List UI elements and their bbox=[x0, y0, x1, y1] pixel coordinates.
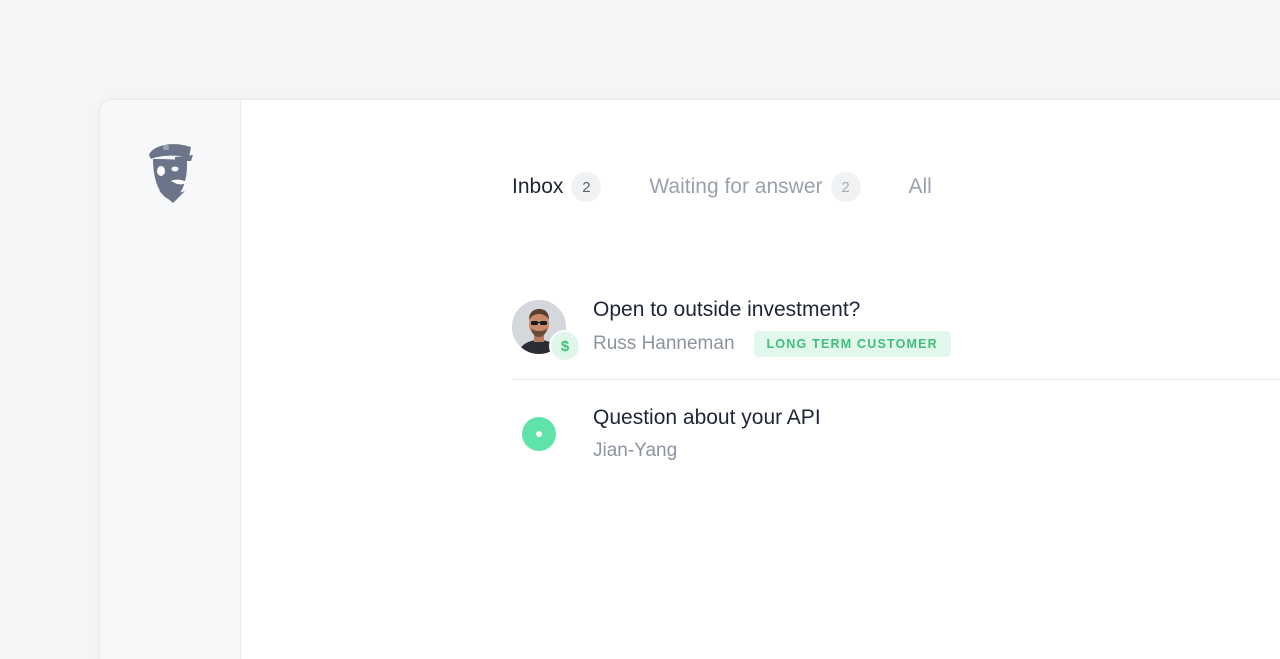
unread-dot-center bbox=[536, 431, 542, 437]
dollar-badge-icon: $ bbox=[549, 330, 581, 362]
conversation-meta: Russ Hanneman LONG TERM CUSTOMER bbox=[593, 331, 951, 357]
tab-all-label: All bbox=[908, 175, 932, 198]
tab-waiting-count: 2 bbox=[830, 172, 861, 202]
customer-tag: LONG TERM CUSTOMER bbox=[753, 331, 951, 357]
tab-bar: Inbox 2 Waiting for answer 2 All bbox=[512, 171, 980, 203]
tab-all[interactable]: All bbox=[909, 171, 932, 203]
conversation-sender: Russ Hanneman bbox=[593, 333, 735, 354]
conversation-subject: Question about your API bbox=[593, 406, 821, 429]
conversation-sender: Jian-Yang bbox=[593, 440, 678, 461]
conversation-list: $ Open to outside investment? Russ Hanne… bbox=[512, 285, 1280, 487]
app-window: Inbox 2 Waiting for answer 2 All $ Open … bbox=[100, 100, 1280, 659]
sidebar bbox=[100, 100, 241, 659]
tab-inbox[interactable]: Inbox 2 bbox=[512, 171, 602, 203]
tab-waiting-label: Waiting for answer bbox=[649, 175, 823, 198]
tab-inbox-label: Inbox bbox=[512, 175, 564, 198]
tab-inbox-count: 2 bbox=[571, 172, 602, 202]
conversation-subject: Open to outside investment? bbox=[593, 298, 861, 321]
avatar-container: $ bbox=[512, 300, 581, 362]
conversation-row[interactable]: $ Open to outside investment? Russ Hanne… bbox=[512, 285, 1280, 379]
main-panel: Inbox 2 Waiting for answer 2 All $ Open … bbox=[241, 100, 1280, 659]
conversation-row[interactable]: Question about your API Jian-Yang bbox=[512, 379, 1280, 487]
conversation-meta: Jian-Yang bbox=[593, 440, 677, 462]
unread-dot-icon bbox=[522, 417, 556, 451]
doorman-logo-icon[interactable] bbox=[145, 141, 195, 205]
tab-waiting[interactable]: Waiting for answer 2 bbox=[649, 171, 861, 203]
